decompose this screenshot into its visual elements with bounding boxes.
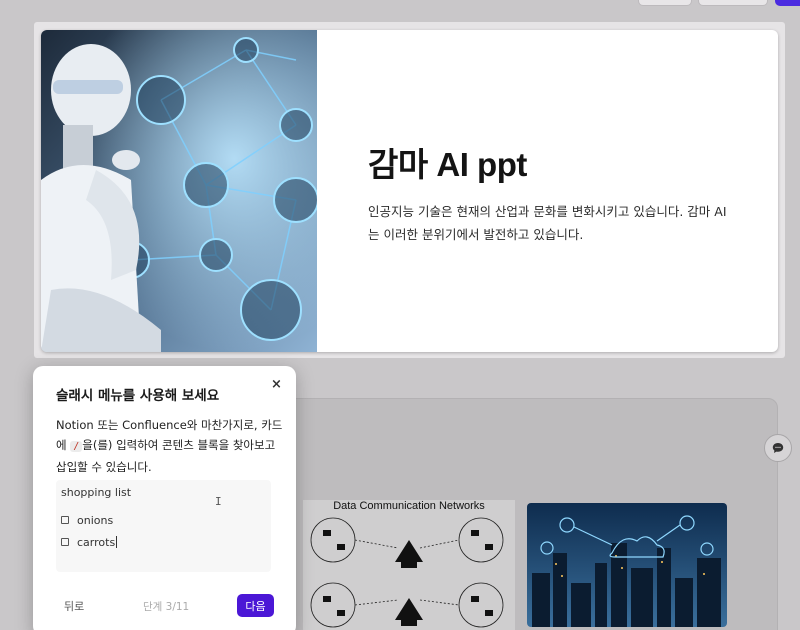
slide-1-card[interactable]: 감마 AI ppt 인공지능 기술은 현재의 산업과 문화를 변화시키고 있습니… bbox=[41, 30, 778, 352]
checkbox-icon[interactable] bbox=[61, 538, 69, 546]
next-button[interactable]: 다음 bbox=[237, 594, 274, 617]
popup-body-text-2: 을(를) 입력하여 콘텐츠 블록을 찾아보고 삽입할 수 있습니다. bbox=[56, 438, 276, 474]
todo-item[interactable]: onions bbox=[61, 512, 113, 528]
popup-body: Notion 또는 Confluence와 마찬가지로, 카드에 / 을(를) 입… bbox=[56, 415, 286, 477]
popup-title: 슬래시 메뉴를 사용해 보세요 bbox=[56, 388, 220, 404]
text-caret bbox=[116, 536, 118, 548]
comment-icon bbox=[772, 443, 784, 453]
step-indicator: 단계 3/11 bbox=[143, 601, 190, 613]
slash-key: / bbox=[70, 441, 83, 452]
todo-label[interactable]: onions bbox=[77, 514, 113, 527]
todo-label[interactable]: carrots bbox=[77, 536, 115, 549]
todo-item[interactable]: carrots bbox=[61, 534, 118, 550]
robot-network-image bbox=[41, 30, 317, 352]
text-cursor-icon: I bbox=[215, 495, 222, 508]
slide-title[interactable]: 감마 AI ppt bbox=[368, 138, 527, 186]
toolbar-primary-button[interactable] bbox=[775, 0, 800, 6]
smart-city-image bbox=[527, 503, 727, 627]
close-icon[interactable]: × bbox=[271, 377, 282, 392]
demo-heading[interactable]: shopping list bbox=[61, 486, 131, 499]
network-diagram-image: Data Communication Networks bbox=[303, 500, 515, 630]
comment-button[interactable] bbox=[764, 434, 792, 462]
toolbar-button[interactable] bbox=[638, 0, 692, 6]
checkbox-icon[interactable] bbox=[61, 516, 69, 524]
back-button[interactable]: 뒤로 bbox=[64, 598, 84, 614]
toolbar-button[interactable] bbox=[698, 0, 768, 6]
slide-description[interactable]: 인공지능 기술은 현재의 산업과 문화를 변화시키고 있습니다. 감마 AI는 … bbox=[368, 200, 728, 246]
slash-menu-tutorial-popup: 슬래시 메뉴를 사용해 보세요 × Notion 또는 Confluence와 … bbox=[33, 366, 296, 630]
